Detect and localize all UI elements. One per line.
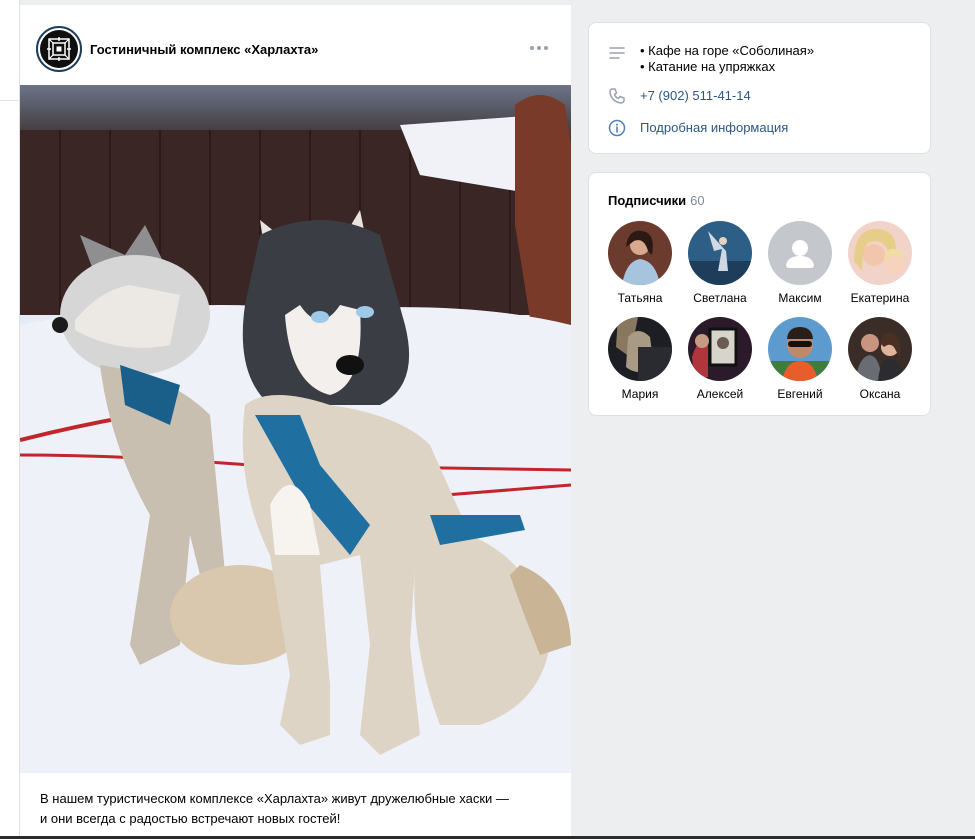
subscribers-header[interactable]: Подписчики 60	[608, 193, 705, 208]
subscriber-name: Екатерина	[850, 291, 910, 305]
group-name-link[interactable]: Гостиничный комплекс «Харлахта»	[90, 42, 318, 57]
subscriber-avatar	[688, 221, 752, 285]
subscriber-avatar	[768, 317, 832, 381]
subscriber-avatar	[608, 317, 672, 381]
subscriber-avatar	[688, 317, 752, 381]
subscriber-item[interactable]: Светлана	[680, 221, 760, 305]
group-avatar[interactable]	[36, 26, 82, 72]
group-description: • Кафе на горе «Соболиная» • Катание на …	[640, 43, 815, 74]
subscriber-name: Татьяна	[617, 291, 663, 305]
subscriber-name: Максим	[778, 291, 822, 305]
subscriber-name: Мария	[621, 387, 659, 401]
phone-icon	[607, 86, 627, 106]
group-info-card: • Кафе на горе «Соболиная» • Катание на …	[588, 22, 931, 154]
details-link[interactable]: Подробная информация	[640, 118, 788, 138]
more-dots-icon[interactable]	[527, 41, 551, 55]
subscriber-item[interactable]: Оксана	[840, 317, 920, 401]
post-header: Гостиничный комплекс «Харлахта»	[20, 5, 571, 85]
wall-post: Гостиничный комплекс «Харлахта» В нашем …	[20, 5, 571, 839]
subscriber-item[interactable]: Мария	[600, 317, 680, 401]
info-circle-icon	[607, 118, 627, 138]
subscriber-item[interactable]: Алексей	[680, 317, 760, 401]
subscriber-avatar	[848, 221, 912, 285]
ornament-logo-icon	[40, 30, 78, 68]
phone-link[interactable]: +7 (902) 511-41-14	[640, 86, 751, 106]
subscriber-avatar	[848, 317, 912, 381]
subscriber-item[interactable]: Евгений	[760, 317, 840, 401]
subscriber-name: Оксана	[859, 387, 901, 401]
subscriber-item[interactable]: Екатерина	[840, 221, 920, 305]
subscriber-name: Евгений	[777, 387, 823, 401]
default-avatar-icon	[768, 221, 832, 285]
phone-row[interactable]: +7 (902) 511-41-14	[607, 86, 751, 106]
subscriber-name: Светлана	[693, 291, 747, 305]
subscriber-avatar	[608, 221, 672, 285]
subscriber-item[interactable]: Татьяна	[600, 221, 680, 305]
subscriber-item[interactable]: Максим	[760, 221, 840, 305]
description-row: • Кафе на горе «Соболиная» • Катание на …	[607, 43, 814, 75]
left-panel-edge	[0, 0, 20, 839]
description-lines-icon	[607, 43, 627, 63]
details-row[interactable]: Подробная информация	[607, 118, 788, 138]
subscribers-card: Подписчики 60 Татьяна Светлана Максим Ек…	[588, 172, 931, 416]
post-photo-huskies[interactable]	[20, 85, 571, 773]
post-text: В нашем туристическом комплексе «Харлахт…	[40, 791, 509, 826]
subscribers-count: 60	[690, 193, 705, 208]
subscriber-name: Алексей	[696, 387, 744, 401]
